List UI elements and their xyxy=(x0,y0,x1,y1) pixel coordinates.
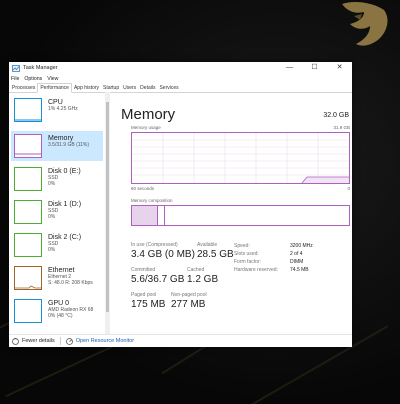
menu-bar: File Options View xyxy=(9,74,352,83)
title-bar: Task Manager — ☐ ✕ xyxy=(9,62,352,74)
task-manager-icon xyxy=(12,64,20,72)
ethernet-thumbnail-graph xyxy=(14,266,42,290)
chevron-up-icon: ⌃ xyxy=(12,337,19,345)
dragon-logo-icon xyxy=(342,2,388,46)
tab-app-history[interactable]: App history xyxy=(72,84,101,92)
sidebar-item-label: Disk 1 (D:) xyxy=(48,201,82,208)
tab-processes[interactable]: Processes xyxy=(10,84,37,92)
sidebar-item-detail: S: 48.0 R: 208 Kbps xyxy=(48,280,93,286)
sidebar-item-label: Disk 2 (C:) xyxy=(48,234,82,241)
memory-usage-label: Memory usage xyxy=(131,125,161,130)
gpu-thumbnail-graph xyxy=(14,299,42,323)
sidebar-scrollbar[interactable] xyxy=(105,92,110,334)
footer-bar: ⌃ Fewer details Open Resource Monitor xyxy=(9,334,352,347)
modified-segment xyxy=(158,206,165,225)
resource-monitor-icon xyxy=(65,337,73,345)
memory-usage-graph xyxy=(131,132,350,184)
cpu-thumbnail-graph xyxy=(14,98,42,122)
minimize-button[interactable]: — xyxy=(277,62,302,74)
sidebar-item-disk-2[interactable]: Disk 2 (C:) SSD 0% xyxy=(11,230,103,260)
time-axis-label: 60 seconds xyxy=(131,186,155,191)
close-button[interactable]: ✕ xyxy=(327,62,352,74)
in-use-segment xyxy=(132,206,158,225)
memory-panel: Memory 32.0 GB Memory usage 31.9 GB 60 s… xyxy=(121,92,350,334)
open-resource-monitor-label: Open Resource Monitor xyxy=(75,338,135,344)
sidebar-item-label: GPU 0 xyxy=(48,300,70,307)
disk-thumbnail-graph xyxy=(14,233,42,257)
sidebar-item-memory[interactable]: Memory 3.5/31.9 GB (11%) xyxy=(11,131,103,161)
sidebar-item-detail: 0% xyxy=(48,214,56,220)
window-title: Task Manager xyxy=(23,65,58,71)
open-resource-monitor-link[interactable]: Open Resource Monitor xyxy=(65,337,135,345)
sidebar-item-detail: 1% 4.25 GHz xyxy=(48,106,78,112)
time-axis-end: 0 xyxy=(347,186,350,191)
sidebar-item-detail: 0% xyxy=(48,247,56,253)
memory-specs: Speed: 3200 MHz Slots used: 2 of 4 Form fa… xyxy=(234,243,313,273)
memory-thumbnail-graph xyxy=(14,134,42,158)
stat-committed: Committed 5.6/36.7 GB xyxy=(131,267,185,285)
sidebar-item-ethernet[interactable]: Ethernet Ethernet 2 S: 48.0 R: 208 Kbps xyxy=(11,263,103,293)
stat-nonpaged-pool: Non-paged pool 277 MB xyxy=(171,292,207,310)
task-manager-window: Task Manager — ☐ ✕ File Options View Pro… xyxy=(9,62,352,347)
stat-cached: Cached 1.2 GB xyxy=(187,267,219,285)
fewer-details-button[interactable]: ⌃ Fewer details xyxy=(12,337,55,345)
sidebar-item-detail: 0% (48 °C) xyxy=(48,313,73,319)
page-title: Memory xyxy=(121,106,176,123)
disk-thumbnail-graph xyxy=(14,167,42,191)
tab-services[interactable]: Services xyxy=(157,84,180,92)
sidebar-item-label: Disk 0 (E:) xyxy=(48,168,81,175)
tab-details[interactable]: Details xyxy=(138,84,157,92)
stat-available: Available 28.5 GB xyxy=(197,242,234,260)
menu-file[interactable]: File xyxy=(11,76,19,82)
memory-total: 32.0 GB xyxy=(323,112,349,119)
menu-view[interactable]: View xyxy=(47,76,58,82)
tab-users[interactable]: Users xyxy=(121,84,138,92)
fewer-details-label: Fewer details xyxy=(22,338,55,344)
sidebar-item-detail: 3.5/31.9 GB (11%) xyxy=(48,142,90,148)
stat-paged-pool: Paged pool 175 MB xyxy=(131,292,166,310)
sidebar-item-cpu[interactable]: CPU 1% 4.25 GHz xyxy=(11,95,103,125)
memory-usage-max: 31.9 GB xyxy=(333,125,350,130)
sidebar-item-disk-0[interactable]: Disk 0 (E:) SSD 0% xyxy=(11,164,103,194)
stat-in-use: In use (Compressed) 3.4 GB (0 MB) xyxy=(131,242,195,260)
menu-options[interactable]: Options xyxy=(24,76,42,82)
sidebar-item-detail: 0% xyxy=(48,181,56,187)
sidebar-item-gpu-0[interactable]: GPU 0 AMD Radeon RX 68 0% (48 °C) xyxy=(11,296,103,326)
tab-startup[interactable]: Startup xyxy=(101,84,121,92)
sidebar-item-disk-1[interactable]: Disk 1 (D:) SSD 0% xyxy=(11,197,103,227)
sidebar-item-label: Memory xyxy=(48,135,74,142)
memory-composition-label: Memory composition xyxy=(131,198,173,203)
maximize-button[interactable]: ☐ xyxy=(302,62,327,74)
memory-composition-bar xyxy=(131,205,350,226)
sidebar-item-label: Ethernet xyxy=(48,267,75,274)
resource-sidebar: CPU 1% 4.25 GHz Memory 3.5/31.9 GB (11%)… xyxy=(9,92,112,334)
sidebar-item-label: CPU xyxy=(48,99,63,106)
disk-thumbnail-graph xyxy=(14,200,42,224)
